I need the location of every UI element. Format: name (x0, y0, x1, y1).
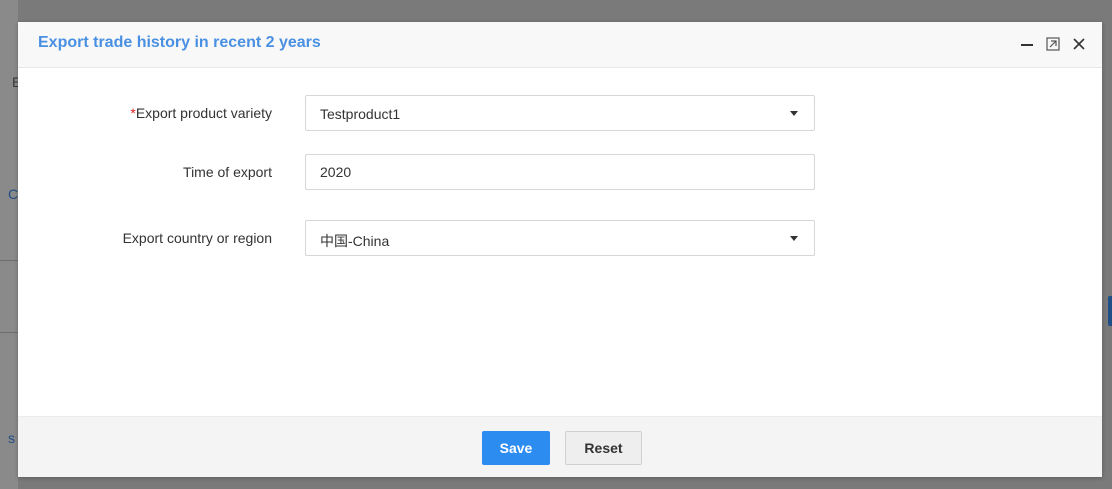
time-of-export-label: Time of export (183, 164, 272, 180)
background-page-edge: E C s (0, 0, 21, 489)
minimize-icon[interactable] (1018, 35, 1036, 53)
time-of-export-input[interactable] (306, 155, 814, 189)
form-row-country-region: Export country or region 中国-China (18, 220, 1102, 258)
country-region-select[interactable]: 中国-China (305, 220, 815, 256)
maximize-icon[interactable] (1044, 35, 1062, 53)
product-variety-value: Testproduct1 (320, 106, 401, 122)
product-variety-label-text: Export product variety (135, 105, 272, 121)
product-variety-label: *Export product variety (130, 105, 272, 121)
chevron-down-icon (790, 111, 798, 116)
background-side-tab (1108, 296, 1112, 326)
dialog-footer: Save Reset (18, 416, 1102, 477)
window-controls (1018, 32, 1088, 56)
time-of-export-field (305, 154, 815, 190)
close-icon[interactable] (1070, 35, 1088, 53)
form-row-time-of-export: Time of export (18, 154, 1102, 192)
export-history-dialog: Export trade history in recent 2 years *… (18, 22, 1102, 477)
background-text-fragment: C (8, 186, 19, 202)
background-divider (0, 332, 18, 333)
background-text-fragment: s (8, 430, 15, 446)
save-button[interactable]: Save (482, 431, 550, 465)
dialog-title: Export trade history in recent 2 years (38, 34, 321, 51)
country-region-value: 中国-China (320, 233, 390, 249)
chevron-down-icon (790, 236, 798, 241)
dialog-header: Export trade history in recent 2 years (18, 22, 1102, 68)
background-divider (0, 260, 18, 261)
product-variety-select[interactable]: Testproduct1 (305, 95, 815, 131)
reset-button[interactable]: Reset (565, 431, 642, 465)
country-region-label: Export country or region (122, 230, 272, 246)
form-row-product-variety: *Export product variety Testproduct1 (18, 95, 1102, 133)
